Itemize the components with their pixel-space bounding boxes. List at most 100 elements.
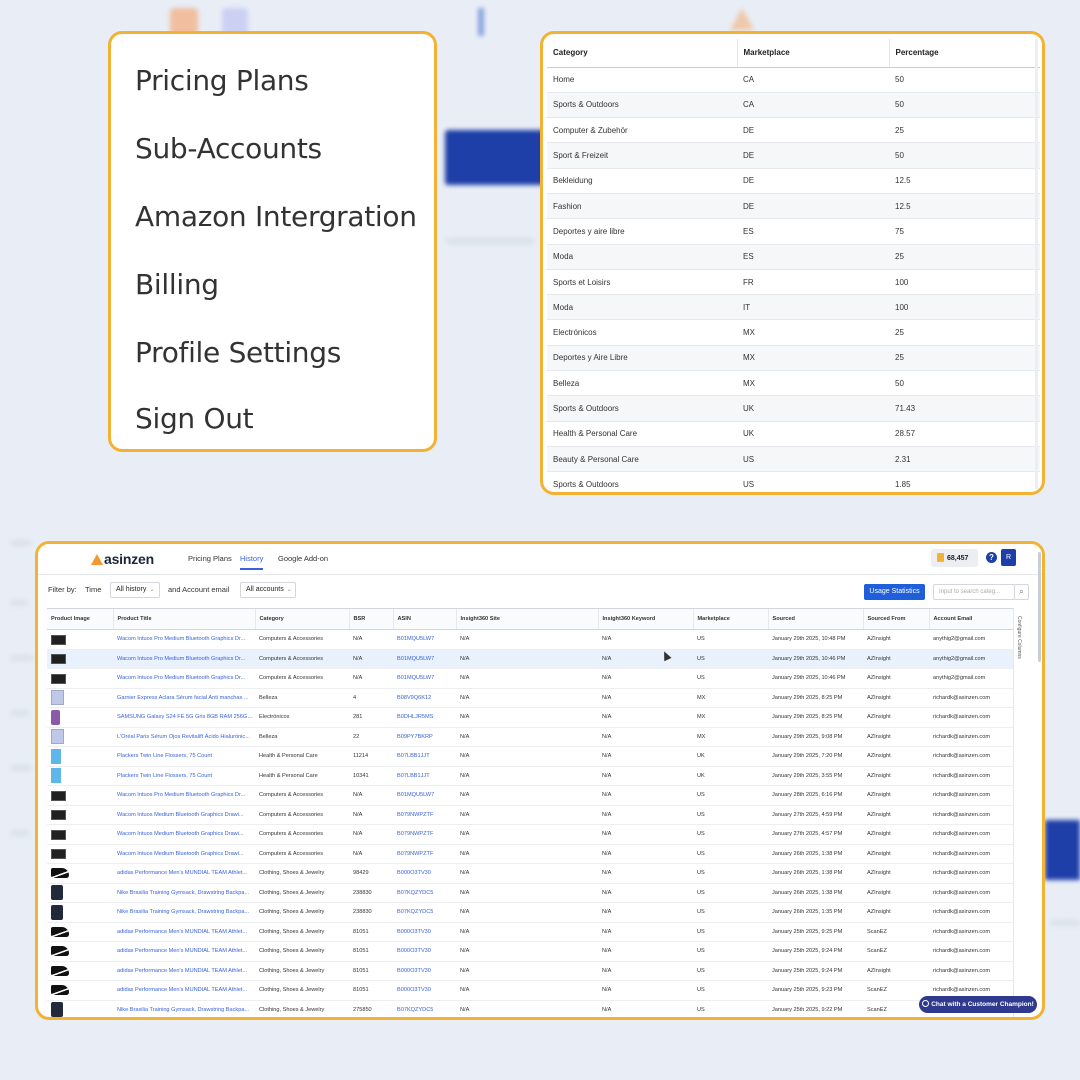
product-thumbnail[interactable] <box>51 748 61 764</box>
table-row[interactable]: Nike Brasilia Training Gymsack, Drawstri… <box>47 1000 1014 1017</box>
asin-link[interactable]: B000O3TV30 <box>397 929 431 935</box>
avatar[interactable]: R <box>1001 549 1016 566</box>
menu-item-sub-accounts[interactable]: Sub-Accounts <box>135 132 322 165</box>
product-title-link[interactable]: adidas Performance Men's MUNDIAL TEAM At… <box>117 870 247 876</box>
table-row[interactable]: Wacom Intuos Medium Bluetooth Graphics D… <box>47 824 1014 845</box>
table-row[interactable]: Nike Brasilia Training Gymsack, Drawstri… <box>47 902 1014 923</box>
column-header-percentage[interactable]: Percentage <box>888 39 1040 68</box>
table-row[interactable]: L'Oréal Paris Sérum Ojos Revitalift Ácid… <box>47 727 1014 747</box>
column-header[interactable]: Category <box>254 608 349 630</box>
asin-link[interactable]: B07LBB1JJT <box>397 753 430 759</box>
asin-link[interactable]: B07KQZYDC5 <box>397 890 433 896</box>
scrollbar[interactable] <box>1035 39 1038 489</box>
table-row[interactable]: adidas Performance Men's MUNDIAL TEAM At… <box>47 863 1014 884</box>
product-thumbnail[interactable] <box>51 1002 63 1017</box>
table-row[interactable]: Wacom Intuos Pro Medium Bluetooth Graphi… <box>47 668 1014 689</box>
product-thumbnail[interactable] <box>51 709 60 725</box>
product-title-link[interactable]: Plackers Twin Line Flossers, 75 Count <box>117 773 212 779</box>
product-thumbnail[interactable] <box>51 904 63 920</box>
product-title-link[interactable]: adidas Performance Men's MUNDIAL TEAM At… <box>117 929 247 935</box>
product-title-link[interactable]: Wacom Intuos Medium Bluetooth Graphics D… <box>117 851 244 857</box>
menu-item-amazon-integration[interactable]: Amazon Intergration <box>135 200 417 233</box>
asin-link[interactable]: B000O3TV30 <box>397 987 431 993</box>
product-thumbnail[interactable] <box>51 926 69 937</box>
table-row[interactable]: Plackers Twin Line Flossers, 75 Count Hea… <box>47 746 1014 767</box>
chat-support-button[interactable]: Chat with a Customer Champion! <box>919 996 1037 1013</box>
product-thumbnail[interactable] <box>51 946 69 957</box>
product-title-link[interactable]: Nike Brasilia Training Gymsack, Drawstri… <box>117 909 249 915</box>
product-title-link[interactable]: Wacom Intuos Medium Bluetooth Graphics D… <box>117 831 244 837</box>
table-row[interactable]: Wacom Intuos Medium Bluetooth Graphics D… <box>47 844 1014 864</box>
asinzen-logo[interactable]: asinzen <box>91 551 154 567</box>
product-thumbnail[interactable] <box>51 654 66 665</box>
product-title-link[interactable]: Wacom Intuos Medium Bluetooth Graphics D… <box>117 812 244 818</box>
column-header[interactable]: Insight360 Keyword <box>597 608 693 630</box>
table-row[interactable]: adidas Performance Men's MUNDIAL TEAM At… <box>47 941 1014 962</box>
asin-link[interactable]: B0DHLJR5MS <box>397 714 433 720</box>
column-header[interactable]: Insight360 Site <box>455 608 598 630</box>
menu-item-sign-out[interactable]: Sign Out <box>135 402 254 435</box>
asin-link[interactable]: B079NWPZTF <box>397 831 433 837</box>
product-thumbnail[interactable] <box>51 634 66 645</box>
table-row[interactable]: Nike Brasilia Training Gymsack, Drawstri… <box>47 883 1014 903</box>
column-header[interactable]: Account Email <box>928 608 1014 630</box>
asin-link[interactable]: B09PY7BKRP <box>397 734 433 740</box>
account-email-select[interactable]: All accounts ⌄ <box>240 582 296 598</box>
column-header-category[interactable]: Category <box>547 39 737 68</box>
product-thumbnail[interactable] <box>51 849 66 860</box>
usage-statistics-button[interactable]: Usage Statistics <box>864 584 925 600</box>
product-title-link[interactable]: Wacom Intuos Pro Medium Bluetooth Graphi… <box>117 792 245 798</box>
product-thumbnail[interactable] <box>51 673 66 684</box>
product-title-link[interactable]: Garnier Express Aclara Sérum facial Anti… <box>117 695 249 701</box>
table-row[interactable]: adidas Performance Men's MUNDIAL TEAM At… <box>47 980 1014 1001</box>
nav-google-add-on[interactable]: Google Add-on <box>278 554 328 563</box>
product-thumbnail[interactable] <box>51 790 66 801</box>
product-thumbnail[interactable] <box>51 885 63 901</box>
asin-link[interactable]: B079NWPZTF <box>397 812 433 818</box>
table-row[interactable]: Wacom Intuos Pro Medium Bluetooth Graphi… <box>47 785 1014 806</box>
asin-link[interactable]: B01MQU5LW7 <box>397 792 434 798</box>
product-title-link[interactable]: SAMSUNG Galaxy S24 FE 5G Gris 8GB RAM 25… <box>117 714 255 720</box>
product-title-link[interactable]: Plackers Twin Line Flossers, 75 Count <box>117 753 212 759</box>
product-title-link[interactable]: adidas Performance Men's MUNDIAL TEAM At… <box>117 948 247 954</box>
product-thumbnail[interactable] <box>51 965 69 976</box>
nav-pricing-plans[interactable]: Pricing Plans <box>188 554 232 563</box>
product-title-link[interactable]: Wacom Intuos Pro Medium Bluetooth Graphi… <box>117 656 245 662</box>
asin-link[interactable]: B01MQU5LW7 <box>397 656 434 662</box>
product-thumbnail[interactable] <box>51 768 61 784</box>
column-header-marketplace[interactable]: Marketplace <box>736 39 889 68</box>
product-title-link[interactable]: adidas Performance Men's MUNDIAL TEAM At… <box>117 968 247 974</box>
asin-link[interactable]: B08V9Q6K12 <box>397 695 431 701</box>
asin-link[interactable]: B07KQZYDC5 <box>397 1007 433 1013</box>
asin-link[interactable]: B000O3TV30 <box>397 968 431 974</box>
nav-history[interactable]: History <box>240 554 264 570</box>
help-icon[interactable]: ? <box>986 552 997 563</box>
table-row[interactable]: adidas Performance Men's MUNDIAL TEAM At… <box>47 961 1014 981</box>
menu-item-pricing-plans[interactable]: Pricing Plans <box>135 64 309 97</box>
product-thumbnail[interactable] <box>51 810 66 821</box>
scrollbar[interactable] <box>1038 552 1041 662</box>
column-header[interactable]: ASIN <box>392 608 456 630</box>
asin-link[interactable]: B01MQU5LW7 <box>397 675 434 681</box>
asin-link[interactable]: B07KQZYDC5 <box>397 909 433 915</box>
asin-link[interactable]: B000O3TV30 <box>397 948 431 954</box>
product-thumbnail[interactable] <box>51 868 69 879</box>
product-title-link[interactable]: Wacom Intuos Pro Medium Bluetooth Graphi… <box>117 675 245 681</box>
product-thumbnail[interactable] <box>51 985 69 996</box>
search-icon[interactable]: ⌕ <box>1014 584 1029 600</box>
category-search-input[interactable]: Input to search categ... <box>933 584 1015 600</box>
column-header[interactable]: Sourced From <box>862 608 929 630</box>
column-header[interactable]: Marketplace <box>692 608 768 630</box>
menu-item-profile-settings[interactable]: Profile Settings <box>135 336 341 369</box>
table-row[interactable]: Wacom Intuos Pro Medium Bluetooth Graphi… <box>47 649 1014 669</box>
table-row[interactable]: Plackers Twin Line Flossers, 75 Count Hea… <box>47 766 1014 786</box>
asin-link[interactable]: B079NWPZTF <box>397 851 433 857</box>
asin-link[interactable]: B000O3TV30 <box>397 870 431 876</box>
asin-link[interactable]: B01MQU5LW7 <box>397 636 434 642</box>
product-title-link[interactable]: Nike Brasilia Training Gymsack, Drawstri… <box>117 890 249 896</box>
table-row[interactable]: adidas Performance Men's MUNDIAL TEAM At… <box>47 922 1014 942</box>
product-thumbnail[interactable] <box>51 829 66 840</box>
product-title-link[interactable]: L'Oréal Paris Sérum Ojos Revitalift Ácid… <box>117 734 250 740</box>
product-title-link[interactable]: adidas Performance Men's MUNDIAL TEAM At… <box>117 987 247 993</box>
time-select[interactable]: All history ⌄ <box>110 582 160 598</box>
